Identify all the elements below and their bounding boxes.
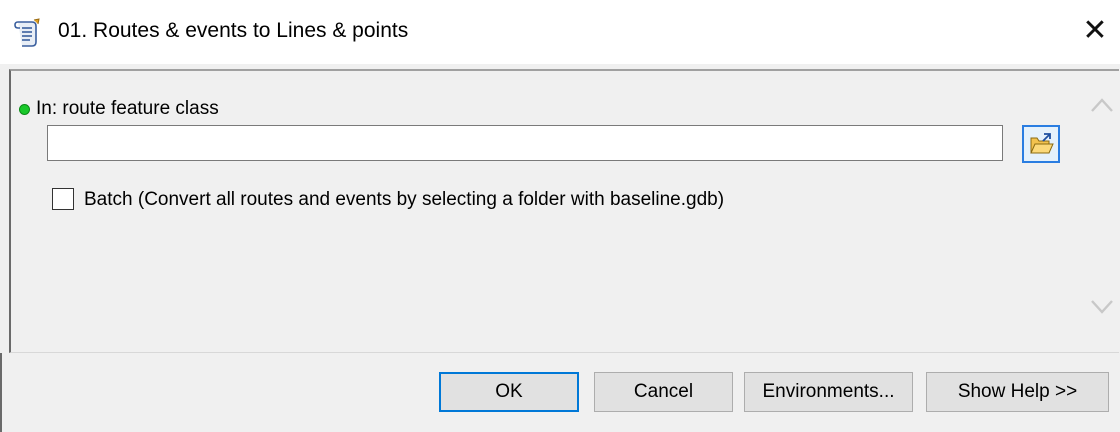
tool-dialog: 01. Routes & events to Lines & points ✕ … <box>0 0 1120 432</box>
route-feature-class-input[interactable] <box>47 125 1003 161</box>
scroll-up-chevron-icon[interactable] <box>1089 95 1115 115</box>
batch-checkbox[interactable] <box>52 188 74 210</box>
parameters-panel: In: route feature class Batch (Convert a… <box>9 69 1119 353</box>
browse-button[interactable] <box>1022 125 1060 163</box>
close-icon[interactable]: ✕ <box>1080 16 1110 46</box>
environments-button[interactable]: Environments... <box>744 372 913 412</box>
cancel-button[interactable]: Cancel <box>594 372 733 412</box>
open-folder-icon <box>1030 133 1054 154</box>
ok-button[interactable]: OK <box>439 372 579 412</box>
window-title: 01. Routes & events to Lines & points <box>58 19 409 42</box>
scroll-down-chevron-icon[interactable] <box>1089 297 1115 317</box>
script-scroll-icon <box>14 18 42 48</box>
show-help-button[interactable]: Show Help >> <box>926 372 1109 412</box>
dialog-footer: OK Cancel Environments... Show Help >> <box>0 353 1120 432</box>
route-feature-class-label: In: route feature class <box>36 98 219 119</box>
title-bar[interactable]: 01. Routes & events to Lines & points ✕ <box>0 0 1120 64</box>
required-indicator-icon <box>19 104 30 115</box>
batch-label: Batch (Convert all routes and events by … <box>84 189 725 210</box>
